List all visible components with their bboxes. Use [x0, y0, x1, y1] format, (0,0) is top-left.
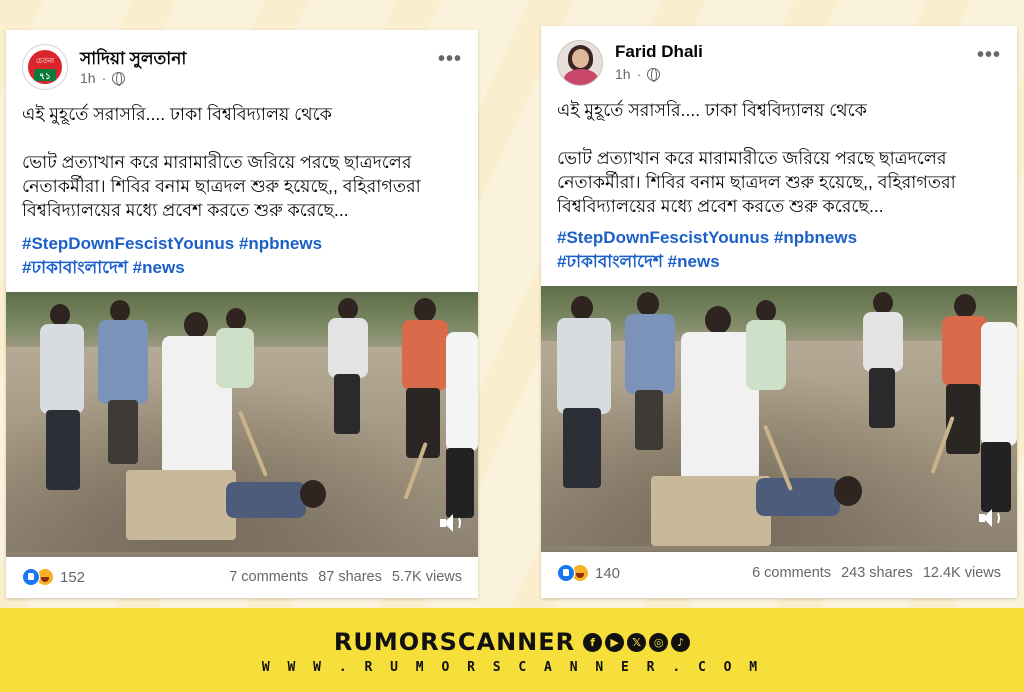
reaction-count: 152	[60, 568, 86, 586]
social-icons: f ▶ 𝕏 ◎ ♪	[583, 632, 691, 652]
post-meta: 1h ·	[80, 70, 126, 86]
instagram-icon[interactable]: ◎	[649, 632, 669, 652]
globe-icon	[647, 67, 661, 82]
youtube-icon[interactable]: ▶	[605, 632, 625, 652]
globe-icon	[112, 71, 126, 86]
shares-count[interactable]: 87 shares	[318, 569, 382, 585]
like-reaction-icon	[22, 568, 40, 586]
more-options-icon[interactable]: •••	[438, 48, 462, 71]
reactions[interactable]: 152	[22, 568, 85, 586]
post-meta: 1h ·	[615, 66, 661, 82]
avatar[interactable]: চেতনা ৭১	[22, 44, 68, 90]
shares-count[interactable]: 243 shares	[841, 565, 913, 581]
avatar[interactable]	[557, 40, 603, 86]
volume-icon[interactable]	[977, 506, 1001, 530]
website-url[interactable]: W W W . R U M O R S C A N N E R . C O M	[0, 660, 1024, 675]
post-footer: 152 7 comments 87 shares 5.7K views	[22, 562, 462, 592]
hashtag-line[interactable]: #ঢাকাবাংলাদেশ #news	[557, 250, 1001, 274]
facebook-post-card: চেতনা ৭১ সাদিয়া সুলতানা 1h · ••• এই মুহ…	[6, 30, 478, 598]
hashtags: #StepDownFescistYounus #npbnews #ঢাকাবাং…	[557, 226, 1001, 274]
video-player[interactable]	[6, 292, 478, 557]
video-player[interactable]	[541, 286, 1017, 552]
hashtag-line[interactable]: #StepDownFescistYounus #npbnews	[22, 232, 462, 256]
brand-row: RUMORSCANNER f ▶ 𝕏 ◎ ♪	[0, 628, 1024, 656]
post-text-body: ভোট প্রত্যাখান করে মারামারীতে জরিয়ে পরছ…	[557, 148, 956, 216]
facebook-post-card: Farid Dhali 1h · ••• এই মুহূর্তে সরাসরি.…	[541, 26, 1017, 598]
post-stats: 6 comments 243 shares 12.4K views	[752, 565, 1001, 581]
avatar-text-bottom: ৭১	[39, 71, 51, 81]
post-text-body: ভোট প্রত্যাখান করে মারামারীতে জরিয়ে পরছ…	[22, 152, 421, 220]
post-stats: 7 comments 87 shares 5.7K views	[229, 569, 462, 585]
comments-count[interactable]: 6 comments	[752, 565, 831, 581]
post-time[interactable]: 1h	[615, 66, 631, 82]
views-count: 12.4K views	[922, 565, 1001, 581]
post-footer: 140 6 comments 243 shares 12.4K views	[557, 558, 1001, 588]
x-icon[interactable]: 𝕏	[627, 632, 647, 652]
post-time[interactable]: 1h	[80, 70, 96, 86]
post-text-line: এই মুহূর্তে সরাসরি.... ঢাকা বিশ্ববিদ্যাল…	[557, 100, 867, 120]
brand-logo-text: RUMORSCANNER	[333, 628, 576, 656]
author-name[interactable]: Farid Dhali	[615, 42, 703, 62]
more-options-icon[interactable]: •••	[977, 44, 1001, 67]
tiktok-icon[interactable]: ♪	[671, 632, 691, 652]
avatar-text-top: চেতনা	[35, 58, 55, 65]
post-text-line: এই মুহূর্তে সরাসরি.... ঢাকা বিশ্ববিদ্যাল…	[22, 104, 332, 124]
post-header: Farid Dhali 1h · •••	[557, 40, 1001, 88]
volume-icon[interactable]	[438, 511, 462, 535]
hashtag-line[interactable]: #StepDownFescistYounus #npbnews	[557, 226, 1001, 250]
comments-count[interactable]: 7 comments	[229, 569, 308, 585]
facebook-icon[interactable]: f	[583, 632, 603, 652]
reaction-count: 140	[595, 564, 621, 582]
post-header: চেতনা ৭১ সাদিয়া সুলতানা 1h · •••	[22, 44, 462, 92]
hashtags: #StepDownFescistYounus #npbnews #ঢাকাবাং…	[22, 232, 462, 280]
views-count: 5.7K views	[391, 569, 462, 585]
like-reaction-icon	[557, 564, 575, 582]
hashtag-line[interactable]: #ঢাকাবাংলাদেশ #news	[22, 256, 462, 280]
reactions[interactable]: 140	[557, 564, 620, 582]
